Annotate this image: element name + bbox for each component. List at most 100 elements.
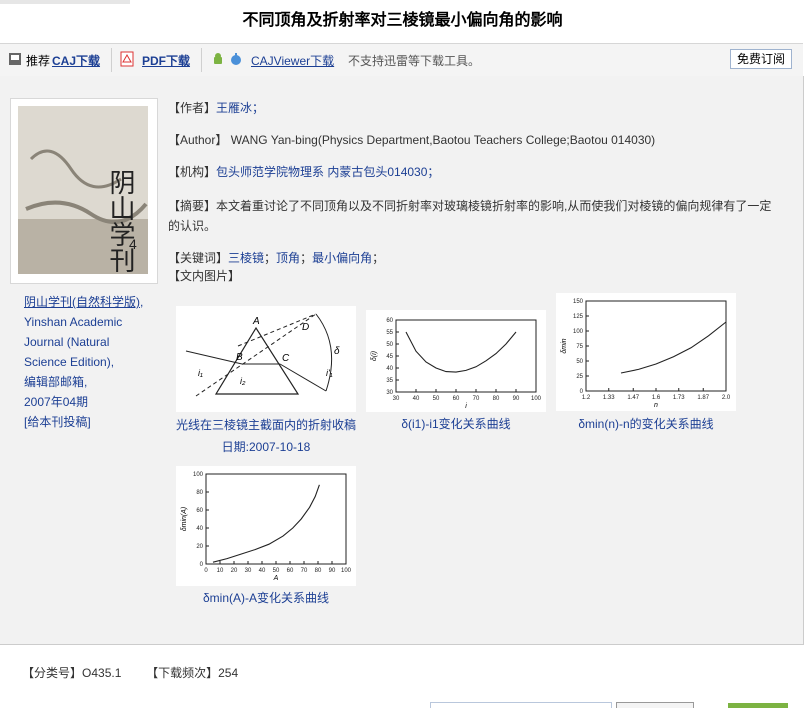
x-axis-label: A — [273, 575, 279, 582]
class-label: 【分类号】 — [22, 666, 83, 680]
y-tick-label: 60 — [386, 318, 393, 324]
caj-download-link[interactable]: CAJ下载 — [52, 54, 100, 68]
free-subscribe-button[interactable]: 免费订阅 — [730, 49, 792, 69]
downloads-value: 254 — [218, 666, 239, 680]
x-tick-label: 50 — [433, 396, 440, 402]
abstract-label: 【摘要】 — [168, 199, 217, 213]
abstract-text: 本文着重讨论了不同顶角以及不同折射率对玻璃棱镜折射率的影响,从而使我们对棱镜的偏… — [168, 199, 772, 233]
y-tick-label: 60 — [196, 508, 203, 514]
x-tick-label: 100 — [531, 396, 542, 402]
x-tick-label: 40 — [413, 396, 420, 402]
page-title: 不同顶角及折射率对三棱镜最小偏向角的影响 — [242, 12, 563, 29]
x-tick-label: 50 — [273, 568, 280, 574]
figure-chart-3-caption[interactable]: δmin(n)-n的变化关系曲线 — [546, 415, 746, 432]
x-tick-label: 1.73 — [673, 395, 685, 401]
downloads-label: 【下载频次】 — [146, 666, 219, 680]
y-axis-label: δ(i) — [371, 351, 378, 361]
x-tick-label: 60 — [287, 568, 294, 574]
pdf-download-link[interactable]: PDF下载 — [142, 54, 190, 68]
cover-issue: 4 — [129, 236, 137, 252]
plot-frame — [395, 319, 537, 393]
y-axis-label: δmin(A) — [181, 507, 188, 532]
x-tick-label: 70 — [301, 568, 308, 574]
y-tick-label: 50 — [386, 342, 393, 348]
figure-chart-3[interactable]: 1.2 1.33 1.47 1.6 1.73 1.87 2.0 0 25 50 75 100 125 15… — [556, 293, 736, 411]
keyword-link[interactable]: 三棱镜 — [228, 251, 264, 265]
author-en-row: 【Author】 WANG Yan-bing(Physics Departmen… — [168, 130, 778, 150]
figure-prism-caption[interactable]: 光线在三棱镜主截面内的折射收稿 日期:2007-10-18 — [166, 414, 366, 458]
android-icon — [211, 52, 225, 69]
author-row: 【作者】王雁冰； — [168, 98, 778, 118]
y-tick-label: 40 — [196, 526, 203, 532]
footer-info: 【分类号】O435.1 【下载频次】254 — [22, 664, 238, 681]
y-tick-label: 20 — [196, 544, 203, 550]
figure-chart-4[interactable]: 0 10 20 30 40 50 60 70 80 90 100 0 20 40 60 80 100 Aδmin(… — [176, 466, 356, 586]
fig-label: D — [302, 322, 309, 333]
figure-chart-2-caption[interactable]: δ(i1)-i1变化关系曲线 — [356, 415, 556, 432]
cajviewer-download-link[interactable]: CAJViewer下载 — [251, 54, 334, 68]
download-icon — [8, 52, 22, 69]
x-tick-label: 70 — [473, 396, 480, 402]
fig-label: δ — [334, 346, 340, 357]
fig-label: i'₁ — [326, 368, 333, 378]
series-line — [212, 484, 320, 563]
x-tick-label: 40 — [259, 568, 266, 574]
x-tick-label: 1.87 — [697, 395, 709, 401]
cover-title: 阴山学刊 — [106, 169, 136, 273]
keywords-label: 【关键词】 — [168, 251, 229, 265]
y-tick-label: 45 — [386, 354, 393, 360]
fig-label: B — [236, 352, 243, 363]
x-tick-label: 30 — [245, 568, 252, 574]
author-link[interactable]: 王雁冰； — [216, 101, 264, 115]
top-strip — [0, 0, 130, 4]
keyword-link[interactable]: 最小偏向角 — [312, 251, 372, 265]
submit-link[interactable]: [给本刊投稿] — [24, 415, 91, 429]
figure-prism-caption-line2: 日期:2007-10-18 — [221, 440, 311, 454]
journal-issue-link[interactable]: 2007年04期 — [24, 395, 88, 409]
x-axis-label: i — [465, 403, 467, 410]
apple-icon — [229, 52, 243, 69]
x-tick-label: 90 — [329, 568, 336, 574]
org-row: 【机构】包头师范学院物理系 内蒙古包头014030； — [168, 162, 778, 182]
x-tick-label: 1.2 — [582, 395, 591, 401]
y-tick-label: 35 — [386, 378, 393, 384]
author-label: 【作者】 — [168, 101, 217, 115]
y-tick-label: 75 — [576, 344, 583, 350]
org-link[interactable]: 包头师范学院物理系 内蒙古包头014030； — [216, 165, 439, 179]
keywords-row: 【关键词】三棱镜；顶角；最小偏向角； — [168, 251, 385, 265]
x-tick-label: 80 — [315, 568, 322, 574]
journal-info: 阴山学刊(自然科学版), Yinshan Academic Journal (N… — [24, 292, 144, 432]
y-axis-label: δmin — [561, 338, 568, 353]
keyword-link[interactable]: 顶角 — [276, 251, 300, 265]
y-tick-label: 80 — [196, 490, 203, 496]
journal-editor: 编辑部邮箱, — [24, 375, 88, 389]
y-tick-label: 125 — [573, 314, 584, 320]
author-en-label: 【Author】 — [168, 133, 228, 147]
figure-chart-2[interactable]: 30 40 50 60 70 80 90 100 30 35 40 45 50 55 60 i δ(i) — [366, 310, 546, 412]
article-panel: 阴山学刊 4 阴山学刊(自然科学版), Yinshan Academic Jou… — [0, 76, 804, 645]
figure-prism-caption-line1: 光线在三棱镜主截面内的折射收稿 — [175, 418, 356, 432]
chart-delta-i: 30 40 50 60 70 80 90 100 30 35 40 45 50 55 60 i δ(i) — [371, 318, 542, 410]
fig-label: A — [252, 316, 260, 327]
figures-label: 【文内图片】 — [168, 269, 241, 283]
plot-frame — [205, 473, 347, 565]
recommend-label: 推荐 — [26, 54, 51, 68]
x-tick-label: 60 — [453, 396, 460, 402]
fig-label: i₁ — [198, 368, 203, 378]
x-tick-label: 0 — [204, 568, 208, 574]
fig-label: C — [282, 353, 290, 364]
x-tick-label: 1.6 — [652, 395, 661, 401]
class-value: O435.1 — [82, 666, 122, 680]
y-tick-label: 0 — [200, 562, 204, 568]
figure-chart-4-caption[interactable]: δmin(A)-A变化关系曲线 — [166, 589, 366, 606]
y-tick-label: 150 — [573, 299, 584, 305]
figure-prism[interactable]: A B C D δ i₁ i₂ i'₁ — [176, 306, 356, 412]
journal-name-link[interactable]: 阴山学刊(自然科学版) — [24, 295, 140, 309]
x-tick-label: 10 — [217, 568, 224, 574]
y-tick-label: 40 — [386, 366, 393, 372]
x-tick-label: 20 — [231, 568, 238, 574]
y-tick-label: 100 — [573, 329, 584, 335]
x-tick-label: 100 — [341, 568, 352, 574]
journal-cover[interactable]: 阴山学刊 4 — [10, 98, 158, 284]
download-toolbar: 推荐 CAJ下载 PDF下载 CAJViewer下载 不支持迅雷等下载工具。 免… — [0, 43, 803, 77]
